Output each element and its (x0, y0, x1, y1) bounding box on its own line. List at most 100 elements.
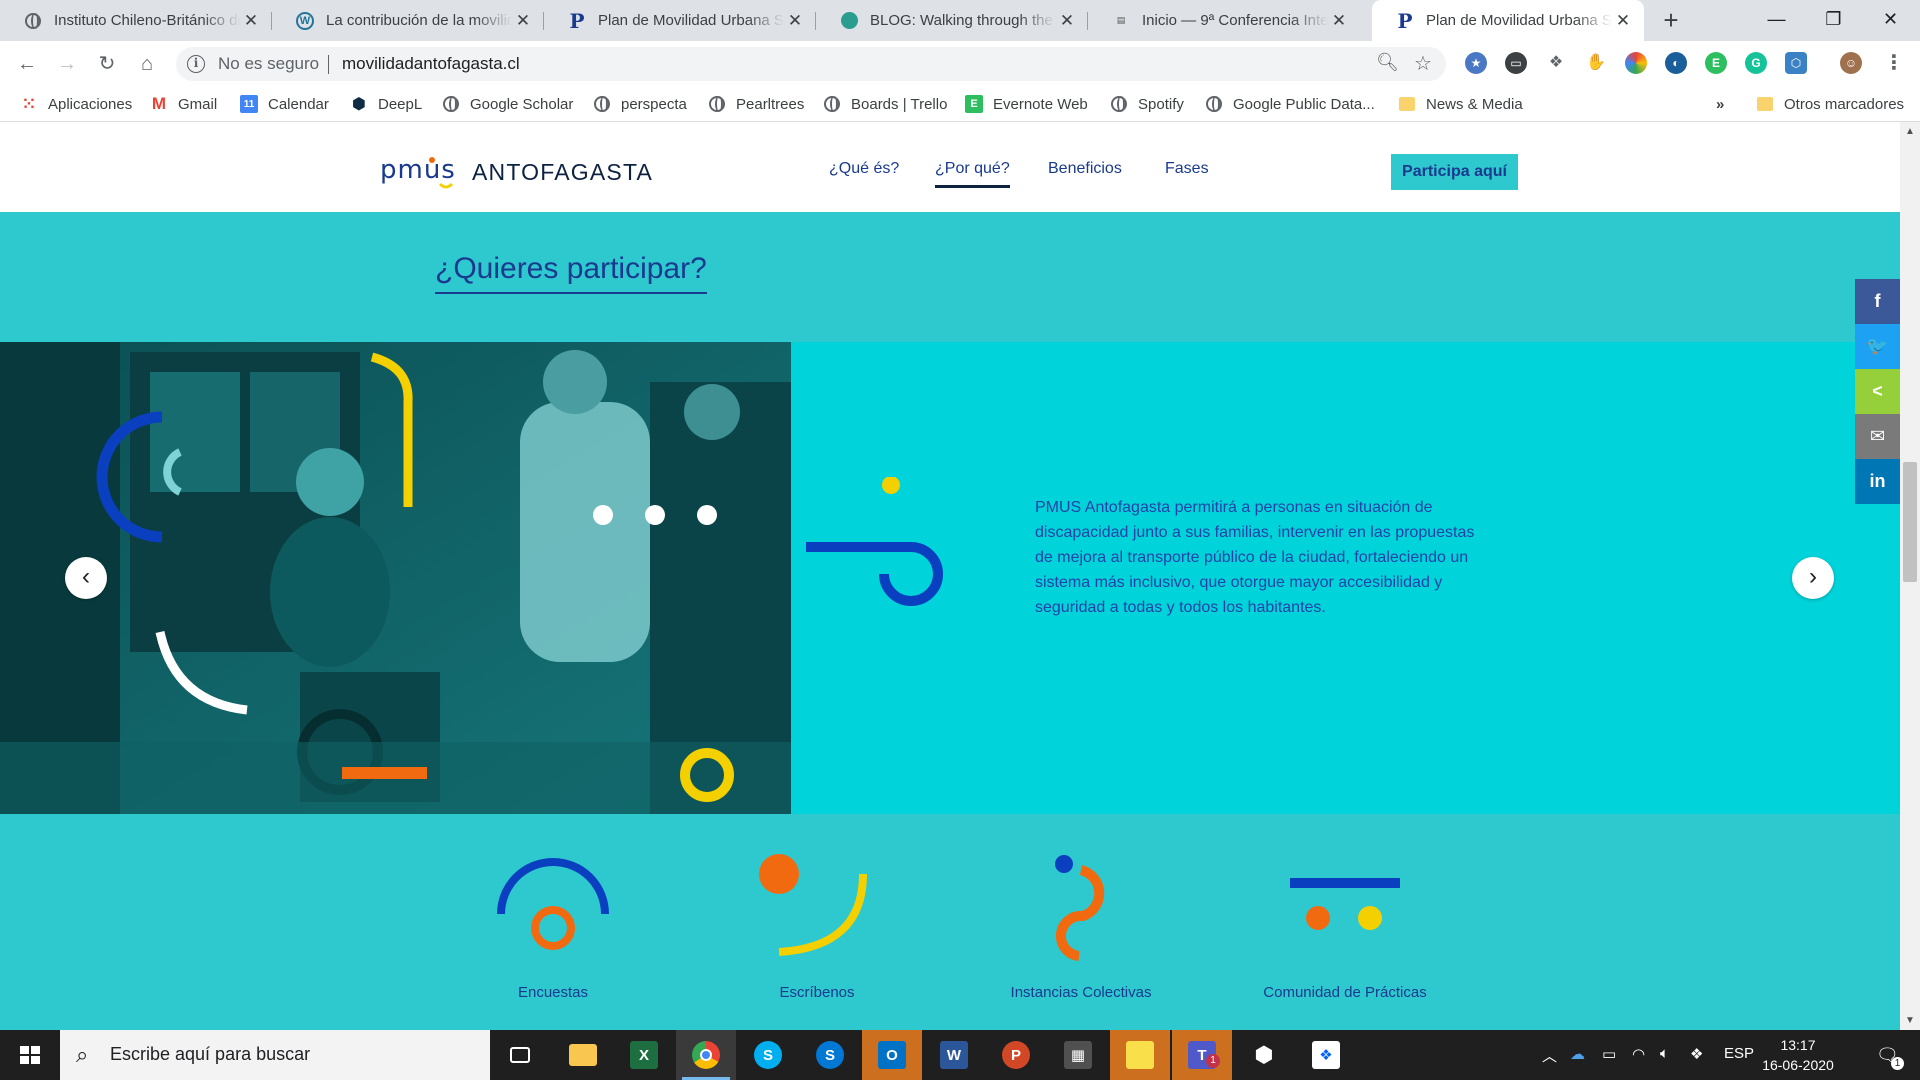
browser-tab[interactable]: W La contribución de la movilidad ✕ (272, 0, 544, 41)
carousel-dot[interactable] (593, 505, 613, 525)
bookmark-google-public-data[interactable]: Google Public Data... (1205, 93, 1375, 115)
close-tab-icon[interactable]: ✕ (512, 11, 534, 31)
share-facebook-button[interactable]: f (1855, 279, 1900, 324)
outlook-button[interactable]: O (862, 1030, 922, 1080)
onedrive-icon[interactable]: ☁ (1570, 1045, 1585, 1063)
browser-tab[interactable]: ▤ Inicio — 9ª Conferencia Internacional … (1088, 0, 1360, 41)
browser-tab[interactable]: P Plan de Movilidad Urbana Sostenible ✕ (544, 0, 816, 41)
close-tab-icon[interactable]: ✕ (784, 11, 806, 31)
bookmark-star-icon[interactable]: ☆ (1414, 51, 1432, 76)
extension-star-icon[interactable]: ★ (1465, 52, 1487, 74)
participa-button[interactable]: Participa aquí (1391, 154, 1518, 190)
volume-icon[interactable]: 🔈︎ (1660, 1045, 1669, 1062)
info-icon[interactable]: i (187, 55, 205, 73)
extension-shield-icon[interactable]: ⬡ (1785, 52, 1807, 74)
other-bookmarks[interactable]: Otros marcadores (1756, 93, 1904, 115)
taskbar-search[interactable]: ⌕ Escribe aquí para buscar (60, 1030, 490, 1080)
word-button[interactable]: W (924, 1030, 984, 1080)
system-clock[interactable]: 13:17 16-06-2020 (1758, 1035, 1838, 1075)
carousel-dot[interactable] (697, 505, 717, 525)
feature-encuestas[interactable]: Encuestas (433, 852, 673, 1001)
bookmark-perspecta[interactable]: perspecta (593, 93, 687, 115)
reload-button[interactable]: ↻ (93, 50, 121, 78)
color-picker-extension-icon[interactable] (1625, 52, 1647, 74)
bookmark-gmail[interactable]: M Gmail (150, 93, 217, 115)
feature-comunidad-practicas[interactable]: Comunidad de Prácticas (1225, 852, 1465, 1001)
new-tab-button[interactable]: + (1655, 5, 1687, 37)
skype-business-button[interactable]: S (800, 1030, 860, 1080)
close-window-button[interactable]: ✕ (1862, 0, 1919, 41)
bookmark-deepl[interactable]: ⬢ DeepL (350, 93, 422, 115)
battery-icon[interactable]: ▭ (1602, 1045, 1616, 1063)
file-explorer-button[interactable] (553, 1030, 613, 1080)
bookmarks-more-button[interactable]: » (1716, 93, 1724, 115)
bookmark-news-media[interactable]: News & Media (1398, 93, 1523, 115)
teams-button[interactable]: T1 (1172, 1030, 1232, 1080)
feature-instancias-colectivas[interactable]: Instancias Colectivas (961, 852, 1201, 1001)
dropbox-extension-icon[interactable]: ❖ (1545, 52, 1567, 74)
search-placeholder: Escribe aquí para buscar (110, 1044, 311, 1064)
scroll-down-arrow-icon[interactable]: ▼ (1900, 1015, 1920, 1026)
scrollbar-thumb[interactable] (1903, 462, 1917, 582)
chrome-button[interactable] (676, 1030, 736, 1080)
share-generic-button[interactable]: < (1855, 369, 1900, 414)
show-hidden-icons-icon[interactable]: ︿ (1542, 1045, 1557, 1066)
calculator-button[interactable]: ▦ (1048, 1030, 1108, 1080)
evernote-extension-icon[interactable]: E (1705, 52, 1727, 74)
browser-menu-icon[interactable]: ⋮ (1884, 50, 1904, 75)
share-linkedin-button[interactable]: in (1855, 459, 1900, 504)
dropbox-button[interactable]: ❖ (1296, 1030, 1356, 1080)
nav-fases[interactable]: Fases (1165, 160, 1209, 178)
carousel-next-button[interactable]: › (1792, 557, 1834, 599)
browser-tab[interactable]: Instituto Chileno-Británico de Cultura ✕ (0, 0, 272, 41)
carousel-prev-button[interactable]: ‹ (65, 557, 107, 599)
profile-avatar[interactable]: ☺ (1840, 52, 1862, 74)
carousel-dot[interactable] (645, 505, 665, 525)
dropbox-tray-icon[interactable]: ❖ (1690, 1045, 1703, 1063)
restore-button[interactable]: ❐ (1805, 0, 1862, 41)
page-scrollbar[interactable]: ▲ ▼ (1900, 122, 1920, 1030)
bookmark-google-scholar[interactable]: Google Scholar (442, 93, 573, 115)
share-email-button[interactable]: ✉ (1855, 414, 1900, 459)
url-text[interactable]: movilidadantofagasta.cl (342, 54, 520, 74)
bookmark-evernote[interactable]: E Evernote Web (965, 93, 1088, 115)
extension-circle-icon[interactable]: ◐ (1665, 52, 1687, 74)
feature-escribenos[interactable]: Escríbenos (697, 852, 937, 1001)
bookmark-apps[interactable]: ⁙ Aplicaciones (20, 93, 132, 115)
twitter-icon: 🐦 (1866, 336, 1889, 356)
forward-button[interactable]: → (53, 50, 81, 78)
extension-puzzle-icon[interactable]: ✋ (1585, 52, 1607, 74)
bookmark-calendar[interactable]: 11 Calendar (240, 93, 329, 115)
nav-por-que[interactable]: ¿Por qué? (935, 160, 1010, 188)
start-button[interactable] (0, 1030, 60, 1080)
wifi-icon[interactable]: ◠ (1632, 1045, 1645, 1063)
nav-beneficios[interactable]: Beneficios (1048, 160, 1122, 178)
browser-tab-active[interactable]: P Plan de Movilidad Urbana Sostenible ✕ (1372, 0, 1644, 41)
minimize-button[interactable]: — (1748, 0, 1805, 41)
site-logo[interactable]: pmus ANTOFAGASTA (380, 152, 653, 192)
back-button[interactable]: ← (13, 50, 41, 78)
browser-tab[interactable]: BLOG: Walking through the city ✕ (816, 0, 1088, 41)
nav-que-es[interactable]: ¿Qué és? (829, 160, 899, 178)
bookmark-spotify[interactable]: Spotify (1110, 93, 1184, 115)
scroll-up-arrow-icon[interactable]: ▲ (1900, 126, 1920, 137)
close-tab-icon[interactable]: ✕ (1328, 11, 1350, 31)
close-tab-icon[interactable]: ✕ (1056, 11, 1078, 31)
address-bar[interactable]: i No es seguro movilidadantofagasta.cl 🔍… (176, 47, 1446, 81)
task-view-button[interactable] (490, 1030, 550, 1080)
share-twitter-button[interactable]: 🐦 (1855, 324, 1900, 369)
sticky-notes-button[interactable] (1110, 1030, 1170, 1080)
bookmark-trello[interactable]: Boards | Trello (823, 93, 947, 115)
skype-button[interactable]: S (738, 1030, 798, 1080)
powerpoint-button[interactable]: P (986, 1030, 1046, 1080)
grammarly-extension-icon[interactable]: G (1745, 52, 1767, 74)
home-button[interactable]: ⌂ (133, 50, 161, 78)
close-tab-icon[interactable]: ✕ (240, 11, 262, 31)
deepl-button[interactable]: ⬢ (1234, 1030, 1294, 1080)
close-tab-icon[interactable]: ✕ (1612, 11, 1634, 31)
input-language[interactable]: ESP (1724, 1045, 1754, 1062)
bookmark-pearltrees[interactable]: Pearltrees (708, 93, 804, 115)
excel-button[interactable]: X (614, 1030, 674, 1080)
extension-screen-icon[interactable]: ▭ (1505, 52, 1527, 74)
zoom-icon[interactable]: 🔍︎ (1376, 52, 1399, 73)
